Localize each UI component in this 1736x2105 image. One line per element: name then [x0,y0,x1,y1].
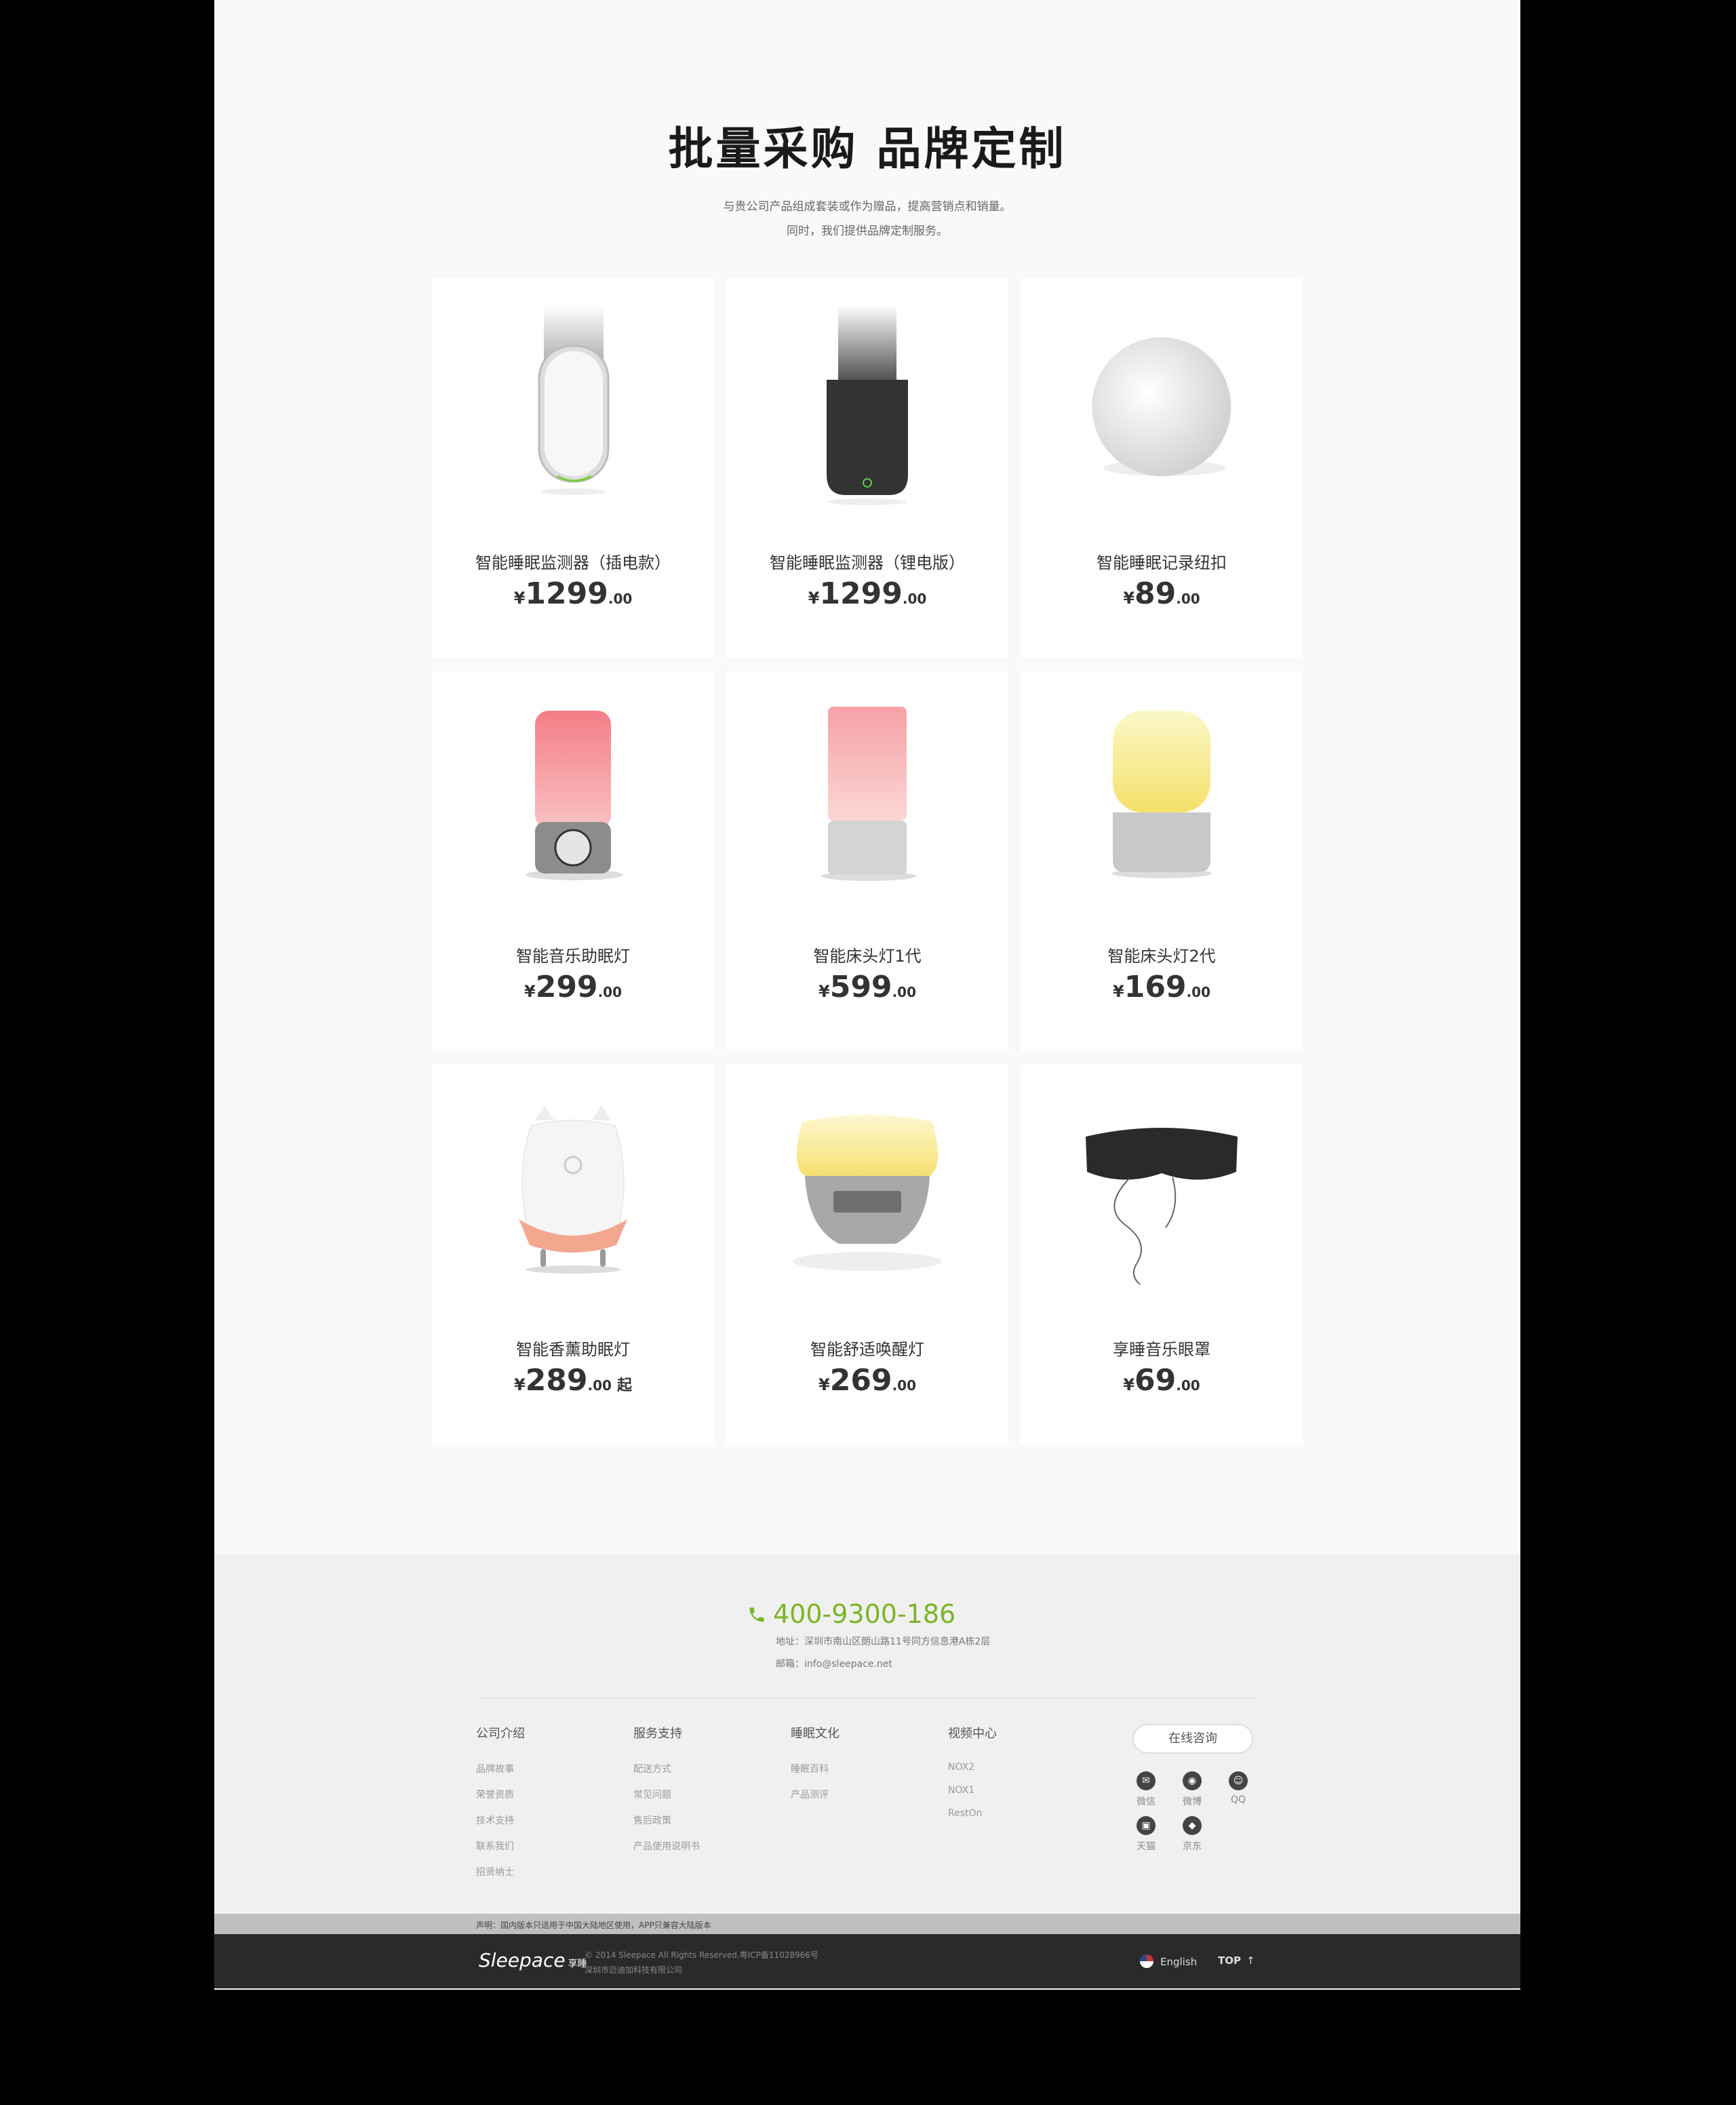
footer-link[interactable]: NOX1 [948,1785,1057,1796]
social-weibo[interactable]: ◉ 微博 [1172,1771,1212,1808]
footer-link[interactable]: 产品使用说明书 [633,1839,742,1853]
footer-column-company: 公司介绍 品牌故事 荣誉资质 技术支持 联系我们 招贤纳士 [476,1724,585,1878]
footer-link[interactable]: RestOn [948,1808,1057,1819]
qq-icon: ☺ [1229,1771,1248,1790]
bedside-lamp-2-icon [1111,711,1212,878]
sleep-monitor-black-icon [827,305,908,505]
product-card[interactable]: 智能睡眠监测器（锂电版） ¥1299.00 [726,278,1008,658]
product-name[interactable]: 享睡音乐眼罩 [1021,1336,1303,1360]
tmall-icon: ▣ [1137,1816,1156,1835]
company-address: 地址：深圳市南山区朗山路11号同方信息港A栋2层 [776,1636,991,1647]
jd-icon: ◆ [1183,1816,1202,1835]
footer-link[interactable]: 产品测评 [791,1788,899,1801]
product-card[interactable]: 智能舒适唤醒灯 ¥269.00 [726,1065,1008,1444]
product-name[interactable]: 智能舒适唤醒灯 [726,1336,1008,1360]
social-tmall[interactable]: ▣ 天猫 [1126,1816,1166,1853]
social-qq[interactable]: ☺ QQ [1218,1771,1259,1805]
social-jd[interactable]: ◆ 京东 [1172,1816,1212,1853]
product-name[interactable]: 智能睡眠监测器（锂电版） [726,549,1008,573]
product-card[interactable]: 智能床头灯1代 ¥599.00 [726,671,1008,1051]
product-price: ¥1299.00 [808,576,927,611]
product-price: ¥599.00 [818,970,916,1004]
language-switch[interactable]: English [1140,1954,1197,1968]
footer-column-culture: 睡眠文化 睡眠百科 产品测评 [791,1724,899,1801]
us-flag-icon [1140,1954,1153,1968]
music-lamp-icon [526,711,623,880]
product-price: ¥69.00 [1123,1363,1200,1398]
product-name[interactable]: 智能睡眠监测器（插电款） [432,549,714,573]
back-to-top-button[interactable]: TOP ↑ [1218,1954,1255,1967]
bottom-bar: Sleepace 享睡 © 2014 Sleepace All Rights Re… [214,1934,1520,1988]
product-grid: 智能睡眠监测器（插电款） ¥1299.00 智能睡眠监测器（锂电版） ¥1299… [432,278,1303,1444]
sleepace-logo[interactable]: Sleepace 享睡 [479,1949,587,1971]
product-price: ¥289.00 起 [513,1363,632,1398]
product-card[interactable]: 智能床头灯2代 ¥169.00 [1021,671,1303,1051]
product-price: ¥299.00 [524,970,622,1004]
product-price: ¥269.00 [818,1363,916,1398]
wechat-icon: ✉ [1137,1771,1156,1790]
site-footer: 400-9300-186 地址：深圳市南山区朗山路11号同方信息港A栋2层 邮箱… [214,1554,1520,1914]
footer-link[interactable]: 招贤纳士 [476,1865,585,1878]
bedside-lamp-1-icon [821,707,916,881]
product-name[interactable]: 智能床头灯1代 [726,943,1008,966]
footer-link[interactable]: 售后政策 [633,1813,742,1827]
page-title: 批量采购 品牌定制 [668,123,1067,175]
footer-link[interactable]: 配送方式 [633,1762,742,1775]
wakeup-lamp-icon [793,1115,942,1271]
music-eyemask-icon [1086,1128,1238,1285]
copyright: © 2014 Sleepace All Rights Reserved.粤ICP… [585,1950,818,1960]
sleep-button-icon [1092,337,1231,477]
footer-link[interactable]: NOX2 [948,1762,1057,1773]
footer-link[interactable]: 睡眠百科 [791,1762,899,1775]
company-email[interactable]: 邮箱：info@sleepace.net [776,1657,892,1670]
online-consult-button[interactable]: 在线咨询 [1132,1724,1253,1754]
phone-number[interactable]: 400-9300-186 [747,1599,955,1629]
product-name[interactable]: 智能床头灯2代 [1021,943,1303,966]
social-wechat[interactable]: ✉ 微信 [1126,1771,1166,1808]
product-price: ¥169.00 [1113,970,1210,1004]
footer-link[interactable]: 品牌故事 [476,1762,585,1775]
product-price: ¥1299.00 [513,576,633,611]
product-price: ¥89.00 [1123,576,1200,611]
product-card[interactable]: 智能音乐助眠灯 ¥299.00 [432,671,714,1051]
product-card[interactable]: 智能睡眠记录纽扣 ¥89.00 [1021,278,1303,658]
footer-link[interactable]: 常见问题 [633,1788,742,1801]
sleep-monitor-white-icon [538,305,610,495]
product-card[interactable]: 智能香薰助眠灯 ¥289.00 起 [432,1065,714,1444]
product-card[interactable]: 享睡音乐眼罩 ¥69.00 [1021,1065,1303,1444]
product-name[interactable]: 智能香薰助眠灯 [432,1336,714,1360]
product-name[interactable]: 智能音乐助眠灯 [432,943,714,966]
footer-column-service: 服务支持 配送方式 常见问题 售后政策 产品使用说明书 [633,1724,742,1853]
region-notice: 声明：国内版本只适用于中国大陆地区使用，APP只兼容大陆版本 [476,1921,711,1930]
footer-link[interactable]: 荣誉资质 [476,1788,585,1801]
footer-link[interactable]: 联系我们 [476,1839,585,1853]
footer-divider [476,1698,1256,1699]
footer-column-video: 视频中心 NOX2 NOX1 RestOn [948,1724,1057,1819]
arrow-up-icon: ↑ [1246,1954,1255,1967]
product-name[interactable]: 智能睡眠记录纽扣 [1021,549,1303,573]
phone-icon [749,1607,764,1622]
hero-subtitle: 与贵公司产品组成套装或作为赠品，提高营销点和销量。 [723,200,1012,214]
notice-bar: 声明：国内版本只适用于中国大陆地区使用，APP只兼容大陆版本 [214,1914,1520,1934]
weibo-icon: ◉ [1183,1771,1202,1790]
hero-subtitle: 同时，我们提供品牌定制服务。 [787,224,948,238]
company-name: 深圳市迈迪加科技有限公司 [585,1965,683,1975]
aroma-lamp-icon [519,1105,627,1274]
footer-link[interactable]: 技术支持 [476,1813,585,1827]
product-card[interactable]: 智能睡眠监测器（插电款） ¥1299.00 [432,278,714,658]
